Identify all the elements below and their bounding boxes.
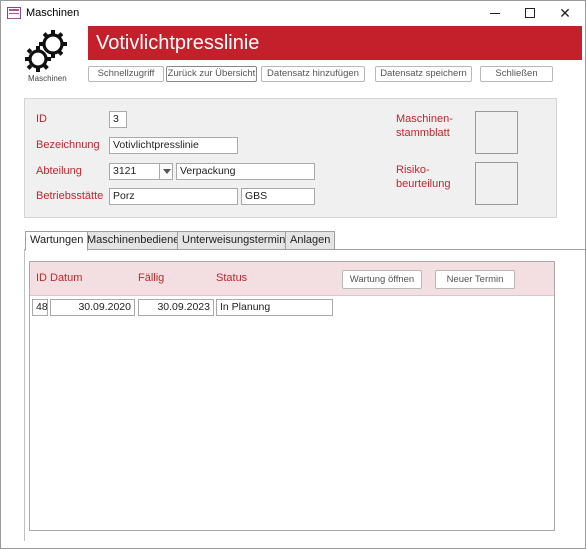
name-field[interactable]: Votivlichtpresslinie [109, 137, 238, 154]
machine-sheet-attachment[interactable] [475, 111, 518, 154]
maintenance-subform: ID Datum Fällig Status Wartung öffnen Ne… [29, 261, 555, 531]
title-bar: Maschinen ✕ [1, 1, 585, 26]
department-name-field[interactable]: Verpackung [176, 163, 315, 180]
tab-training-dates[interactable]: Unterweisungstermine [177, 231, 297, 250]
row-id-cell[interactable]: 48 [32, 299, 48, 316]
save-record-button[interactable]: Datensatz speichern [375, 66, 472, 82]
tab-machine-operators[interactable]: Maschinenbediener [82, 231, 189, 250]
row-due-cell[interactable]: 30.09.2023 [138, 299, 214, 316]
risk-assessment-label-line1: Risiko- [396, 164, 430, 176]
department-code-combo[interactable]: 3121 [109, 163, 160, 180]
site-code-field[interactable]: GBS [241, 188, 315, 205]
tab-attachments[interactable]: Anlagen [285, 231, 336, 250]
column-header-id: ID [36, 272, 47, 284]
maximize-icon [525, 8, 535, 18]
close-icon: ✕ [559, 5, 571, 21]
form-icon [7, 7, 21, 19]
gears-icon [25, 30, 67, 72]
id-field[interactable]: 3 [109, 111, 127, 128]
back-to-overview-button[interactable]: Zurück zur Übersicht [166, 66, 257, 82]
minimize-icon [490, 13, 500, 14]
close-window-button[interactable]: ✕ [543, 1, 586, 26]
name-label: Bezeichnung [36, 139, 100, 151]
app-window: Maschinen ✕ Maschinen Votivlichtpresslin… [0, 0, 586, 549]
row-date-cell[interactable]: 30.09.2020 [50, 299, 135, 316]
window-title: Maschinen [26, 7, 80, 19]
logo-label: Maschinen [28, 74, 67, 83]
column-header-date: Datum [50, 272, 83, 284]
risk-assessment-attachment[interactable] [475, 162, 518, 205]
risk-assessment-label-line2: beurteilung [396, 178, 451, 190]
page-title: Votivlichtpresslinie [96, 32, 260, 54]
quick-access-button[interactable]: Schnellzugriff [88, 66, 164, 82]
subform-header: ID Datum Fällig Status Wartung öffnen Ne… [30, 262, 554, 296]
site-label: Betriebsstätte [36, 190, 104, 202]
chevron-down-icon[interactable] [159, 163, 173, 180]
column-header-status: Status [216, 272, 248, 284]
machine-sheet-label-line2: stammblatt [396, 127, 450, 139]
open-maintenance-button[interactable]: Wartung öffnen [342, 270, 422, 289]
new-appointment-button[interactable]: Neuer Termin [435, 270, 515, 289]
id-label: ID [36, 113, 47, 125]
machine-sheet-label-line1: Maschinen- [396, 113, 453, 125]
add-record-button[interactable]: Datensatz hinzufügen [261, 66, 365, 82]
column-header-due: Fällig [138, 272, 165, 284]
department-label: Abteilung [36, 165, 82, 177]
close-form-button[interactable]: Schließen [480, 66, 553, 82]
row-status-cell[interactable]: In Planung [216, 299, 333, 316]
tab-maintenance[interactable]: Wartungen [25, 231, 89, 251]
site-name-field[interactable]: Porz [109, 188, 238, 205]
